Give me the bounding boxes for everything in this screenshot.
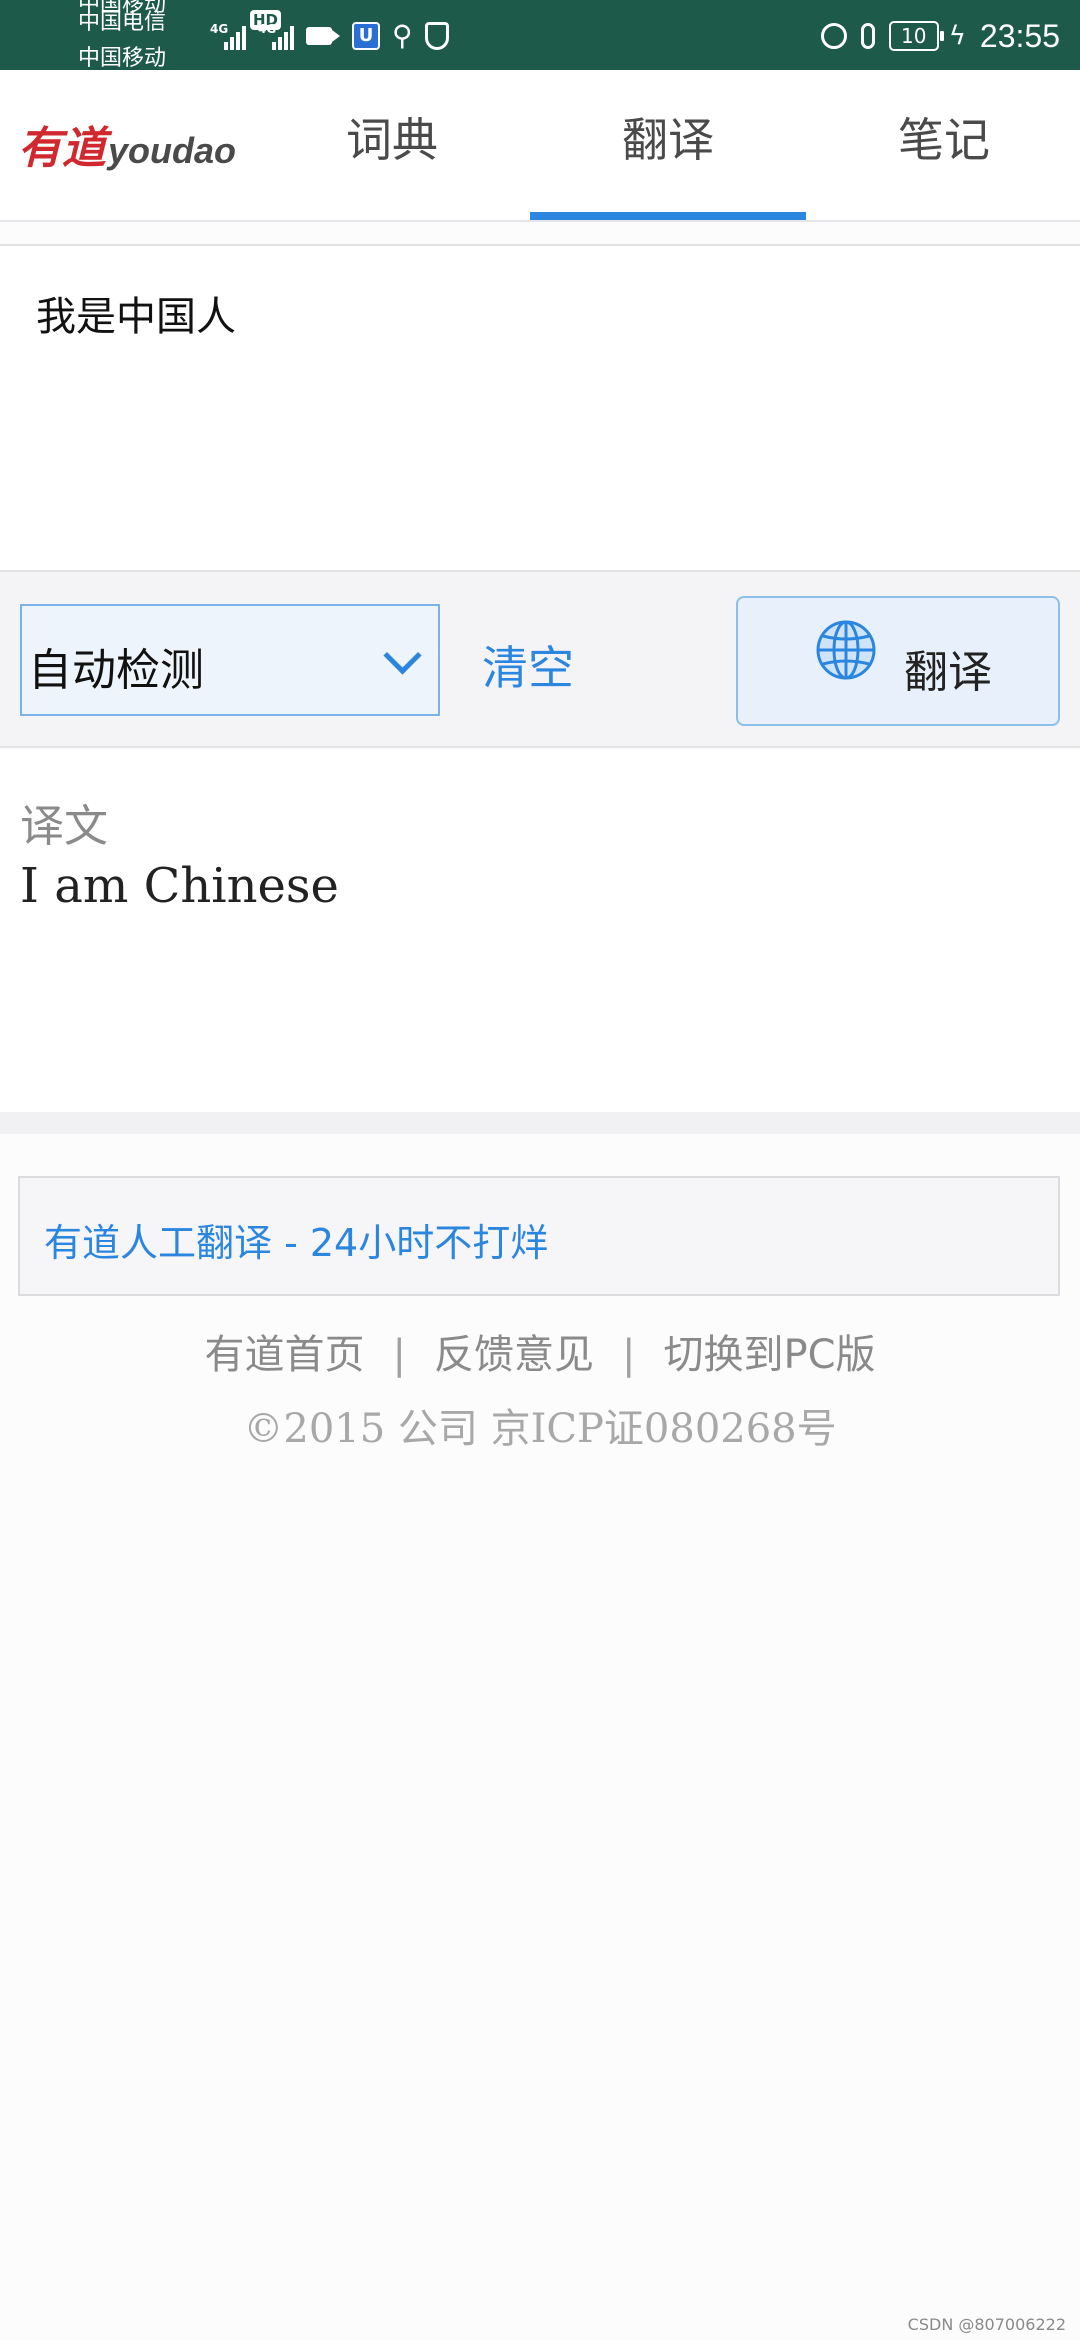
footer-link-home[interactable]: 有道首页 (204, 1322, 364, 1380)
watermark: CSDN @807006222 (907, 2315, 1066, 2334)
chevron-down-icon (383, 636, 422, 675)
network-label: 4G (210, 22, 229, 36)
vpn-icon: U (352, 22, 380, 50)
battery-icon: 10 (888, 21, 944, 51)
footer-links: 有道首页 | 反馈意见 | 切换到PC版 (0, 1322, 1080, 1380)
usb-icon: ⚲ (392, 19, 413, 52)
alarm-icon (820, 23, 847, 49)
globe-icon (816, 620, 876, 680)
status-bar: 中国移动 中国电信 中国移动 HD 4G 4G U ⚲ 10 ϟ 23:55 (0, 0, 1080, 71)
tab-label: 笔记 (898, 113, 990, 167)
carrier-label: 中国移动 (78, 46, 167, 71)
footer-link-feedback[interactable]: 反馈意见 (434, 1322, 594, 1380)
clear-button[interactable]: 清空 (482, 632, 574, 698)
translate-button[interactable]: 翻译 (736, 596, 1060, 726)
language-select-value: 自动检测 (28, 645, 204, 696)
network-label: 4G (258, 22, 277, 36)
status-time: 23:55 (979, 17, 1060, 54)
logo-text-en: youdao (108, 130, 237, 171)
status-icons-right: 10 ϟ 23:55 (820, 14, 1060, 58)
logo-text-cn: 有道 (18, 123, 106, 174)
human-translation-banner[interactable]: 有道人工翻译 - 24小时不打烊 (18, 1176, 1060, 1296)
result-text: I am Chinese (20, 858, 339, 914)
signal-icon: 4G (258, 22, 294, 50)
footer-separator: | (621, 1332, 636, 1378)
shield-icon (424, 22, 449, 50)
human-translation-link: 有道人工翻译 - 24小时不打烊 (44, 1221, 549, 1265)
language-select[interactable]: 自动检测 (20, 604, 440, 716)
status-icons-left: 4G 4G U ⚲ (210, 18, 449, 54)
tab-label: 词典 (346, 113, 438, 167)
signal-icon: 4G (210, 22, 246, 50)
translate-button-label: 翻译 (904, 647, 992, 698)
tab-translate[interactable]: 翻译 (530, 70, 806, 220)
footer-separator: | (392, 1332, 406, 1378)
tab-label: 翻译 (622, 113, 714, 167)
copyright-text: ©2015 公司 京ICP证080268号 (243, 1406, 837, 1452)
charging-icon: ϟ (948, 21, 966, 51)
microphone-icon (860, 23, 875, 49)
active-tab-indicator (530, 212, 806, 220)
section-divider (0, 1112, 1080, 1134)
translation-result: 译文 I am Chinese (0, 750, 1080, 1112)
carrier-label: 中国电信 (78, 10, 167, 35)
result-label: 译文 (20, 801, 108, 852)
top-navigation: 有道 youdao 词典 翻译 笔记 (0, 70, 1080, 222)
footer-link-pc-version[interactable]: 切换到PC版 (663, 1322, 875, 1380)
carrier-info: 中国移动 中国电信 中国移动 HD (78, 0, 282, 71)
source-text-input[interactable]: 我是中国人 (0, 244, 1080, 572)
translate-controls: 自动检测 清空 翻译 (0, 572, 1080, 748)
youdao-logo[interactable]: 有道 youdao (18, 112, 237, 174)
video-camera-icon (306, 27, 340, 45)
tab-dictionary[interactable]: 词典 (254, 70, 530, 220)
tab-notes[interactable]: 笔记 (806, 70, 1080, 220)
source-text-value: 我是中国人 (36, 294, 236, 340)
